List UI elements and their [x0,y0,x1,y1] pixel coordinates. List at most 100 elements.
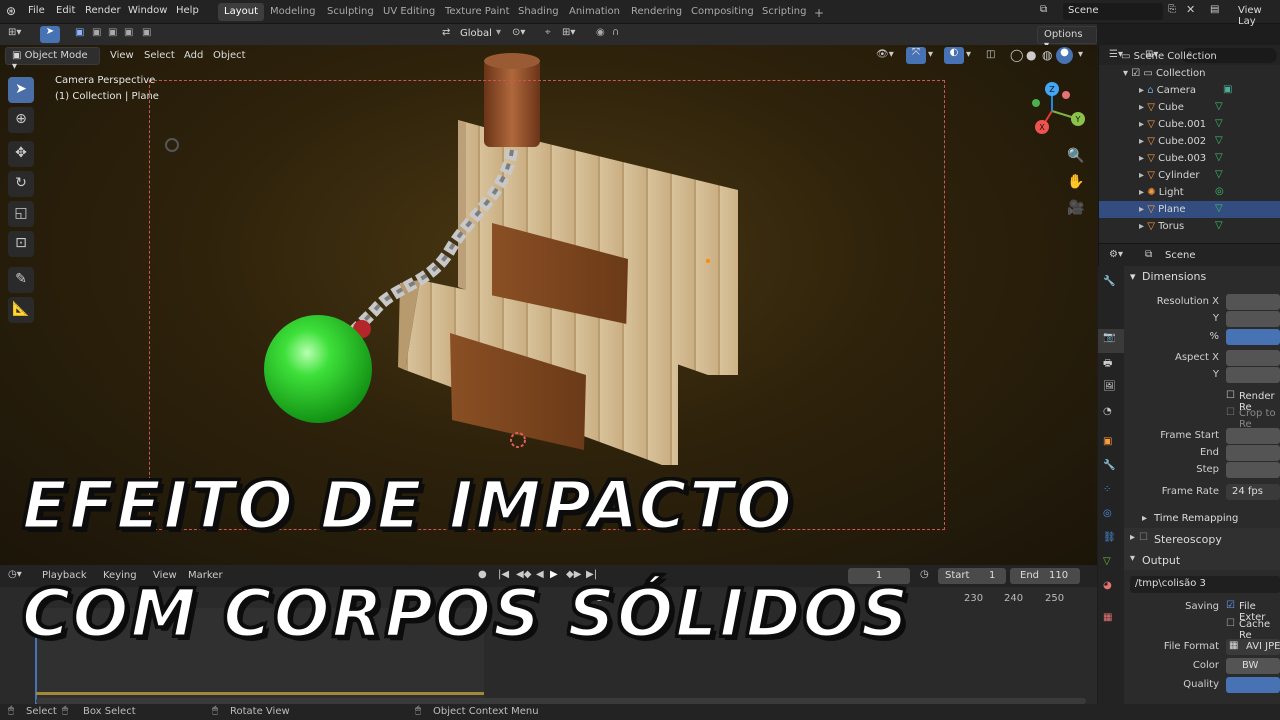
falloff-icon[interactable]: ∩ [612,27,619,38]
mode-selector[interactable]: ▣ Object Mode ▾ [5,47,100,72]
gizmo-icon[interactable]: ⤧ [906,47,926,64]
frame-step-field[interactable] [1226,462,1280,478]
menu-render[interactable]: Render [85,5,121,16]
tab-scripting[interactable]: Scripting [756,3,812,21]
camera-data-icon[interactable]: ▣ [1223,84,1232,95]
add-workspace-button[interactable]: + [808,3,830,21]
crop-checkbox[interactable]: ☐ [1226,407,1235,418]
aspect-y-field[interactable] [1226,367,1280,383]
cache-checkbox[interactable]: ☐ [1226,618,1235,629]
close-icon[interactable]: ✕ [1186,3,1195,16]
select-invert-icon[interactable]: ▣ [124,27,133,38]
render-tab-icon[interactable]: 📷 [1103,332,1115,343]
properties-type-icon[interactable]: ⚙▾ [1109,249,1123,260]
file-ext-checkbox[interactable]: ☑ [1226,600,1235,611]
expand-arrow-icon[interactable]: ▸ [1139,221,1147,232]
rotate-tool-icon[interactable]: ↻ [8,171,34,197]
view-layer-icon[interactable]: ▤ [1210,4,1219,15]
expand-arrow-icon[interactable]: ▸ [1139,85,1147,96]
object-tab-icon[interactable]: ▣ [1103,436,1112,447]
outliner-collection[interactable]: ▾ ☑ ▭ Collection [1099,65,1280,82]
outliner-item-cube-001[interactable]: ▸ ▽ Cube.001 ▽ [1099,116,1280,133]
mesh-data-icon[interactable]: ▽ [1215,169,1223,180]
output-row[interactable]: ▾ Output [1124,550,1280,570]
tab-rendering[interactable]: Rendering [625,3,688,21]
tab-compositing[interactable]: Compositing [685,3,760,21]
frame-end-field[interactable] [1226,445,1280,461]
pan-hand-icon[interactable]: ✋ [1065,174,1087,196]
expand-arrow-icon[interactable]: ▸ [1139,136,1147,147]
navigation-gizmo[interactable]: Y X Z [1030,81,1090,141]
tab-animation[interactable]: Animation [563,3,626,21]
render-region-checkbox[interactable]: ☐ [1226,390,1235,401]
time-remapping-arrow-icon[interactable]: ▸ [1142,513,1147,524]
transform-tool-icon[interactable]: ⊡ [8,231,34,257]
select-tool-icon[interactable]: ➤ [40,26,60,43]
tab-texture-paint[interactable]: Texture Paint [439,3,516,21]
time-remapping-section[interactable]: Time Remapping [1154,513,1238,524]
snap-target-icon[interactable]: ⊞▾ [562,27,575,38]
outliner-item-cylinder[interactable]: ▸ ▽ Cylinder ▽ [1099,167,1280,184]
tool-tab-icon[interactable]: 🔧 [1103,276,1115,287]
menu-edit[interactable]: Edit [56,5,75,16]
material-shading-icon[interactable]: ◍ [1042,48,1052,62]
cursor-tool-icon[interactable]: ⊕ [8,107,34,133]
color-mode-bw[interactable]: BW [1226,658,1280,674]
mesh-data-icon[interactable]: ▽ [1215,152,1223,163]
stereoscopy-checkbox[interactable]: ☐ [1139,532,1148,543]
options-dropdown[interactable]: Options ▾ [1037,26,1097,51]
camera-view-icon[interactable]: 🎥 [1065,200,1087,222]
expand-arrow-icon[interactable]: ▸ [1139,102,1147,113]
particles-tab-icon[interactable]: ⁘ [1103,484,1111,495]
material-tab-icon[interactable]: ◕ [1103,580,1112,591]
outliner-item-torus[interactable]: ▸ ▽ Torus ▽ [1099,218,1280,235]
snap-icon[interactable]: ⌖ [545,27,551,38]
dimensions-section[interactable]: Dimensions [1142,270,1206,283]
expand-arrow-icon[interactable]: ▸ [1139,170,1147,181]
end-frame-field[interactable]: End 110 [1010,568,1080,584]
mesh-data-icon[interactable]: ▽ [1215,203,1223,214]
mesh-data-icon[interactable]: ▽ [1215,135,1223,146]
light-data-icon[interactable]: ◎ [1215,186,1224,197]
view-layer-tab-icon[interactable]: 🖼 [1103,381,1116,392]
copy-icon[interactable]: ⎘ [1168,4,1176,15]
transform-orientation[interactable]: Global [460,28,492,39]
dimensions-arrow-icon[interactable]: ▾ [1130,270,1136,283]
solid-shading-icon[interactable]: ● [1026,48,1036,62]
physics-tab-icon[interactable]: ◎ [1103,508,1112,519]
outliner-item-plane[interactable]: ▸ ▽ Plane ▽ [1099,201,1280,218]
editor-type-icon[interactable]: ⊞▾ [8,27,21,38]
quality-field[interactable] [1226,677,1280,693]
visibility-icon[interactable]: 👁▾ [876,49,894,60]
scale-tool-icon[interactable]: ◱ [8,201,34,227]
frame-start-field[interactable] [1226,428,1280,444]
chevron-down-icon[interactable]: ▾ [1078,49,1083,60]
resolution-percent-field[interactable] [1226,329,1280,345]
menu-window[interactable]: Window [128,5,167,16]
checkbox-icon[interactable]: ☑ [1131,68,1140,79]
select-extend-icon[interactable]: ▣ [92,27,101,38]
move-tool-icon[interactable]: ✥ [8,141,34,167]
start-frame-field[interactable]: Start 1 [938,568,1006,584]
expand-arrow-icon[interactable]: ▸ [1139,187,1147,198]
outliner-item-cube[interactable]: ▸ ▽ Cube ▽ [1099,99,1280,116]
wireframe-shading-icon[interactable]: ◯ [1010,48,1023,62]
outliner-item-light[interactable]: ▸ ✺ Light ◎ [1099,184,1280,201]
output-path-field[interactable]: /tmp\colisão 3 [1130,576,1280,593]
clock-icon[interactable]: ◷▾ [8,569,22,580]
output-tab-icon[interactable]: 🖶 [1103,356,1112,373]
select-box-tool-icon[interactable]: ➤ [8,77,34,103]
proportional-edit-icon[interactable]: ◉ [596,27,605,38]
mesh-data-icon[interactable]: ▽ [1215,118,1223,129]
menu-file[interactable]: File [28,5,45,16]
rendered-shading-icon[interactable]: ● [1056,47,1073,64]
mesh-data-icon[interactable]: ▽ [1215,101,1223,112]
scene-selector[interactable]: Scene [1063,3,1163,20]
select-box-icon[interactable]: ▣ [75,27,84,38]
blender-logo-icon[interactable]: ⊛ [6,4,16,18]
annotate-tool-icon[interactable]: ✎ [8,267,34,293]
outliner[interactable]: ☰▾ ⊞▾ ⌕ ▭ Scene Collection ▾ ☑ ▭ Collect… [1098,45,1280,243]
tab-sculpting[interactable]: Sculpting [321,3,380,21]
expand-arrow-icon[interactable]: ▸ [1139,204,1147,215]
expand-arrow-icon[interactable]: ▸ [1139,153,1147,164]
